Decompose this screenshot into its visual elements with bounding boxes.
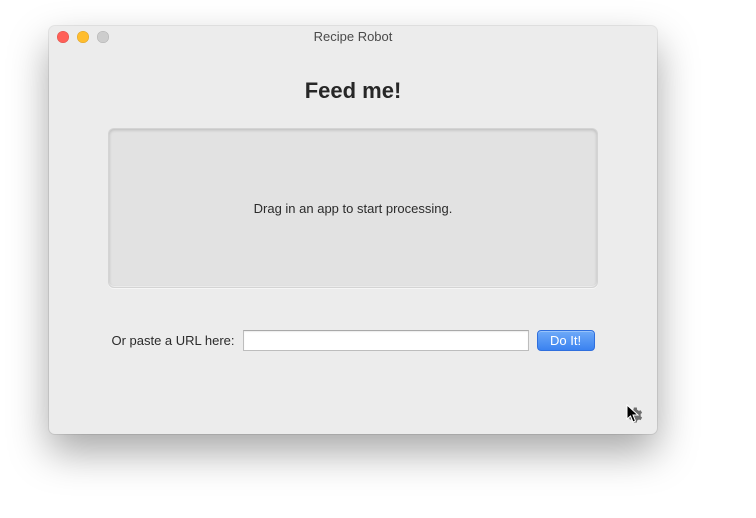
- drop-zone[interactable]: Drag in an app to start processing.: [108, 128, 598, 288]
- window-title: Recipe Robot: [314, 26, 393, 48]
- url-input[interactable]: [243, 330, 529, 351]
- window-content: Feed me! Drag in an app to start process…: [49, 48, 657, 351]
- url-input-label: Or paste a URL here:: [111, 333, 234, 348]
- drop-zone-text: Drag in an app to start processing.: [254, 201, 453, 216]
- titlebar[interactable]: Recipe Robot: [49, 26, 657, 48]
- zoom-icon[interactable]: [97, 31, 109, 43]
- url-input-row: Or paste a URL here: Do It!: [89, 330, 617, 351]
- page-heading: Feed me!: [89, 78, 617, 104]
- close-icon[interactable]: [57, 31, 69, 43]
- app-window: Recipe Robot Feed me! Drag in an app to …: [49, 26, 657, 434]
- gear-icon[interactable]: [625, 406, 643, 424]
- minimize-icon[interactable]: [77, 31, 89, 43]
- do-it-button[interactable]: Do It!: [537, 330, 595, 351]
- traffic-lights: [57, 31, 109, 43]
